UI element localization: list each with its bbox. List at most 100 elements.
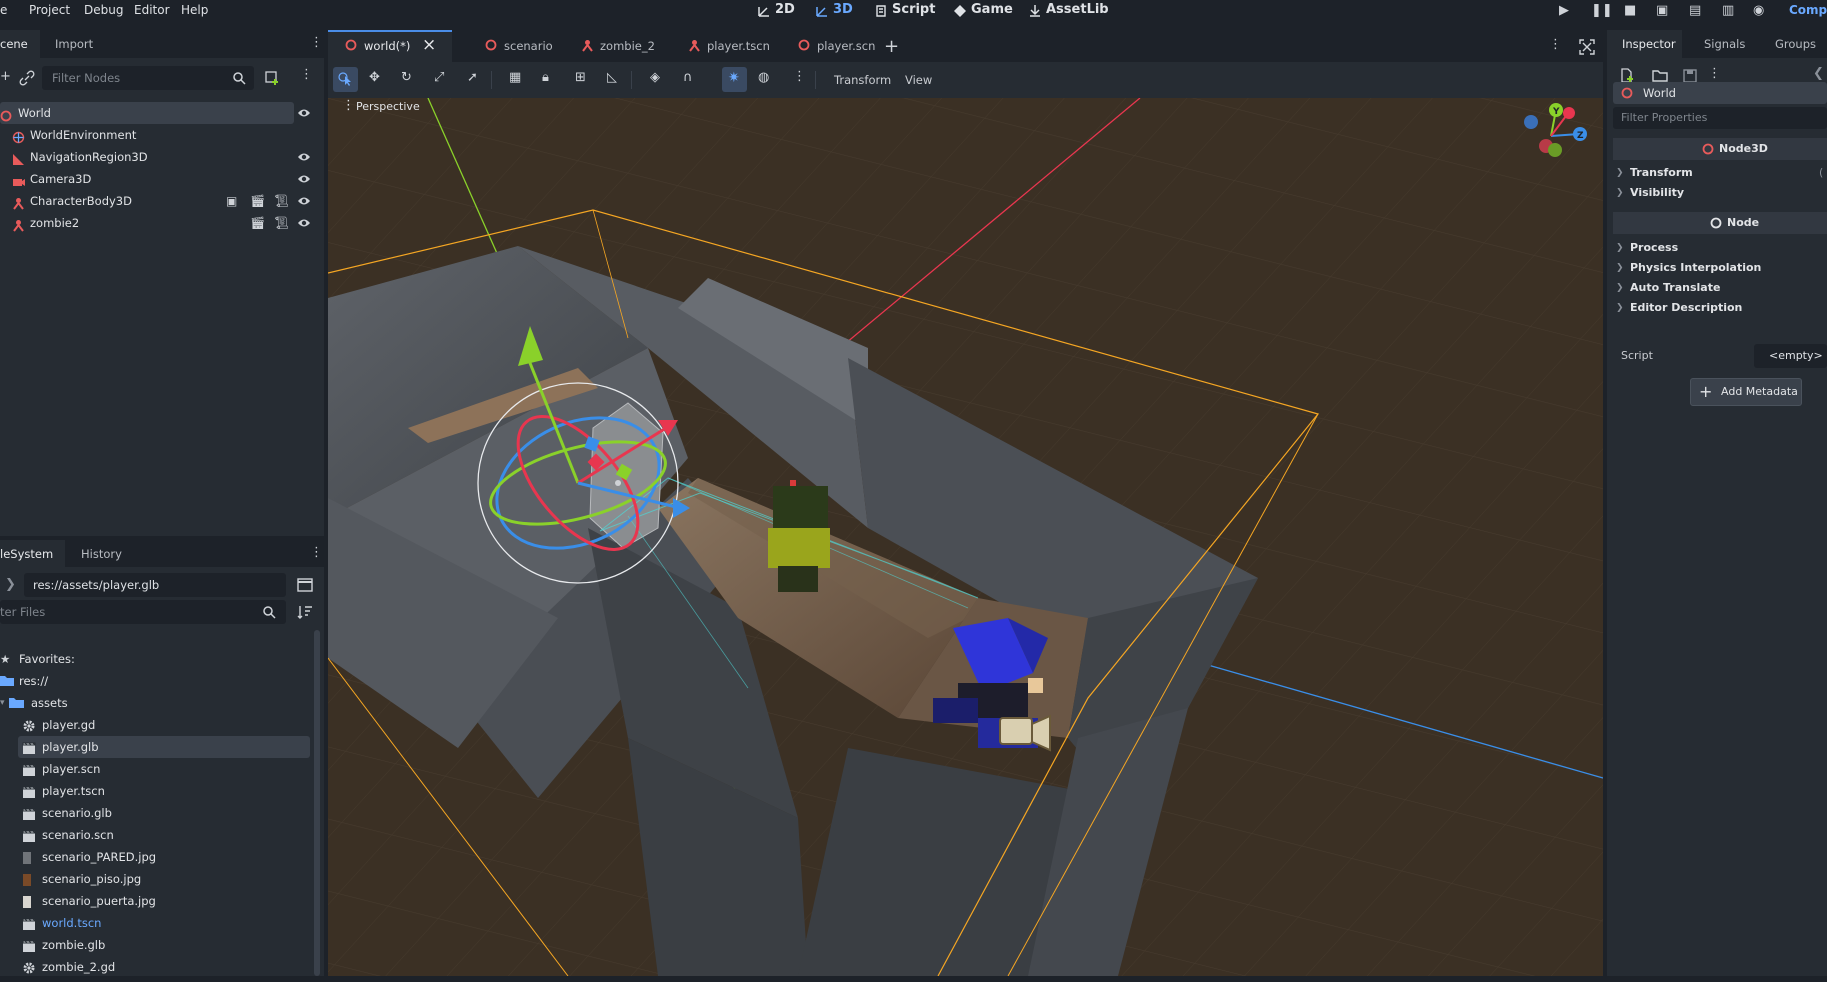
section-auto-translate[interactable]: ❯ Auto Translate: [1613, 278, 1827, 298]
add-metadata-button[interactable]: + Add Metadata: [1690, 378, 1802, 406]
tree-node-zombie2[interactable]: zombie2 🎬︎ 📜︎: [0, 212, 324, 234]
file-row[interactable]: scenario.glb: [18, 802, 310, 824]
file-row[interactable]: player.glb: [18, 736, 310, 758]
rotate-mode-icon[interactable]: ↻: [401, 70, 412, 85]
environment-icon[interactable]: ◍: [758, 70, 769, 85]
add-scene-tab-icon[interactable]: +: [884, 36, 899, 57]
visibility-eye-icon[interactable]: [297, 107, 311, 119]
section-physics-interpolation[interactable]: ❯ Physics Interpolation: [1613, 258, 1827, 278]
tab-signals[interactable]: Signals: [1704, 37, 1745, 51]
chevron-left-icon[interactable]: ❮: [1813, 66, 1824, 81]
file-row[interactable]: world.tscn: [18, 912, 310, 934]
dock-menu-icon[interactable]: ⋮: [310, 545, 323, 560]
selected-node-field[interactable]: World: [1613, 82, 1827, 104]
scale-mode-icon[interactable]: ⤢: [434, 70, 444, 85]
inspector-menu-icon[interactable]: ⋮: [1708, 66, 1721, 81]
tree-node-navigationregion3d[interactable]: NavigationRegion3D: [0, 146, 324, 168]
visibility-eye-icon[interactable]: [297, 195, 311, 207]
menu-project[interactable]: Project: [29, 3, 70, 17]
file-row[interactable]: player.gd: [18, 714, 310, 736]
scene-menu-icon[interactable]: ⋮: [300, 67, 313, 82]
stop-icon[interactable]: ■: [1624, 3, 1636, 18]
file-row[interactable]: zombie_2.gd: [18, 956, 310, 978]
close-icon[interactable]: ×: [422, 35, 436, 55]
scene-tab[interactable]: player.scn: [781, 30, 881, 62]
dock-menu-icon[interactable]: ⋮: [310, 35, 323, 50]
script-icon[interactable]: 📜︎: [274, 190, 289, 212]
file-row[interactable]: player.tscn: [18, 780, 310, 802]
tab-groups[interactable]: Groups: [1775, 37, 1816, 51]
open-scene-icon[interactable]: 🎬︎: [250, 190, 265, 212]
add-node-icon[interactable]: +: [0, 69, 11, 84]
filesystem-scrollbar[interactable]: [314, 630, 320, 976]
viewport-scene-svg[interactable]: [328, 98, 1603, 976]
move-mode-icon[interactable]: ✥: [369, 70, 380, 85]
toolbar-menu-icon[interactable]: ⋮: [793, 69, 806, 84]
orientation-gizmo[interactable]: Y Z: [1513, 98, 1593, 168]
ruler-icon[interactable]: ▦: [509, 70, 521, 85]
play-scene-icon[interactable]: ▤: [1689, 3, 1701, 18]
tree-node-characterbody3d[interactable]: CharacterBody3D ▣ 🎬︎ 📜︎: [0, 190, 324, 212]
sort-icon[interactable]: [297, 604, 313, 620]
play-custom-scene-icon[interactable]: ▥: [1722, 3, 1734, 18]
section-visibility[interactable]: ❯ Visibility: [1613, 183, 1827, 203]
scene-tab[interactable]: zombie_2: [564, 30, 665, 62]
instantiate-scene-icon[interactable]: [264, 70, 280, 86]
tab-import[interactable]: Import: [55, 37, 93, 51]
preview-sun-button[interactable]: ✷: [722, 67, 747, 92]
file-row[interactable]: scenario_piso.jpg: [18, 868, 310, 890]
scene-tab[interactable]: scenario: [468, 30, 558, 62]
select-mode-button[interactable]: [333, 67, 358, 92]
split-view-icon[interactable]: [297, 577, 313, 593]
group-icon[interactable]: ⊞: [575, 70, 586, 85]
script-value-field[interactable]: <empty>: [1754, 344, 1827, 368]
pause-icon[interactable]: ❚❚: [1591, 3, 1613, 18]
scene-tab[interactable]: player.tscn: [671, 30, 775, 62]
filter-properties-input[interactable]: Filter Properties: [1613, 107, 1827, 129]
signals-icon[interactable]: ▣: [226, 190, 237, 212]
chevron-right-icon[interactable]: ❯: [5, 577, 16, 592]
visibility-eye-icon[interactable]: [297, 217, 311, 229]
movie-maker-icon[interactable]: ◉: [1753, 3, 1764, 18]
filter-nodes-input[interactable]: Filter Nodes: [42, 66, 254, 90]
file-row[interactable]: scenario.scn: [18, 824, 310, 846]
lock-icon[interactable]: 🔒︎: [542, 70, 549, 85]
file-row[interactable]: scenario_PARED.jpg: [18, 846, 310, 868]
visibility-eye-icon[interactable]: [297, 173, 311, 185]
transform-menu[interactable]: Transform: [834, 73, 891, 87]
file-row[interactable]: zombie.glb: [18, 934, 310, 956]
scene-tab[interactable]: world(*) ×: [328, 30, 452, 62]
section-editor-description[interactable]: ❯ Editor Description: [1613, 298, 1827, 318]
remote-debug-icon[interactable]: ▣: [1656, 3, 1668, 18]
file-row[interactable]: player.scn: [18, 758, 310, 780]
menu-scene[interactable]: e: [0, 3, 7, 17]
open-scene-icon[interactable]: 🎬︎: [250, 212, 265, 234]
tree-node-worldenvironment[interactable]: WorldEnvironment: [0, 124, 324, 146]
local-space-icon[interactable]: ◈: [650, 70, 660, 85]
tree-node-camera3d[interactable]: Camera3D: [0, 168, 324, 190]
tab-filesystem[interactable]: leSystem: [0, 540, 65, 567]
angle-icon[interactable]: ◺: [607, 70, 617, 85]
section-process[interactable]: ❯ Process: [1613, 238, 1827, 258]
menu-debug[interactable]: Debug: [84, 3, 123, 17]
view-menu[interactable]: View: [905, 73, 932, 87]
tab-history[interactable]: History: [81, 547, 122, 561]
tab-inspector[interactable]: Inspector: [1607, 30, 1682, 58]
file-row[interactable]: scenario_puerta.jpg: [18, 890, 310, 912]
menu-help[interactable]: Help: [181, 3, 208, 17]
play-icon[interactable]: ▶: [1559, 3, 1569, 18]
3d-viewport[interactable]: ⋮ Perspective Y Z: [328, 98, 1603, 976]
renderer-label[interactable]: Compa: [1789, 3, 1827, 17]
tree-node-world[interactable]: World: [0, 102, 324, 124]
script-icon[interactable]: 📜︎: [274, 212, 289, 234]
section-transform[interactable]: ❯ Transform (: [1613, 163, 1827, 183]
tabs-menu-icon[interactable]: ⋮: [1549, 37, 1562, 52]
path-field[interactable]: res://assets/player.glb: [24, 573, 286, 597]
distraction-free-icon[interactable]: [1579, 39, 1595, 55]
list-select-icon[interactable]: ➚: [467, 70, 478, 85]
snap-icon[interactable]: ∩: [683, 70, 693, 85]
visibility-eye-icon[interactable]: [297, 151, 311, 163]
link-icon[interactable]: [19, 70, 35, 86]
tab-scene[interactable]: cene: [0, 30, 40, 58]
menu-editor[interactable]: Editor: [134, 3, 170, 17]
